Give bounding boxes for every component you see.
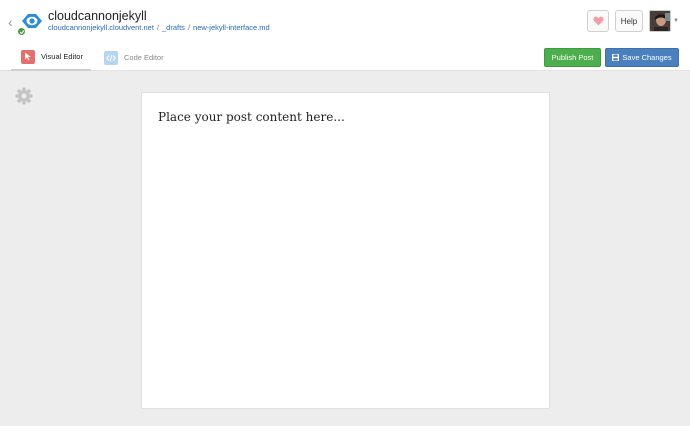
breadcrumb-separator: / xyxy=(187,23,191,32)
gear-icon[interactable] xyxy=(15,87,33,105)
tab-code-editor[interactable]: Code Editor xyxy=(104,44,174,71)
save-changes-label: Save Changes xyxy=(622,53,672,62)
breadcrumb: cloudcannonjekyll.cloudvent.net / _drafts /… xyxy=(48,23,270,32)
tab-visual-editor[interactable]: Visual Editor xyxy=(11,44,91,71)
top-bar: ‹ cloudcannonjekyll cloudcannonjekyll.cl… xyxy=(0,0,690,44)
bottom-edge xyxy=(0,426,690,431)
avatar[interactable] xyxy=(649,10,671,32)
breadcrumb-separator: / xyxy=(156,23,159,32)
post-content-placeholder[interactable]: Place your post content here... xyxy=(158,110,345,124)
cursor-icon xyxy=(21,49,35,64)
visual-editor-canvas[interactable]: Place your post content here... xyxy=(141,92,550,409)
help-button[interactable]: Help xyxy=(615,10,643,32)
breadcrumb-folder[interactable]: _drafts xyxy=(162,23,185,32)
code-icon xyxy=(104,50,118,65)
status-check-icon xyxy=(17,27,26,36)
caret-down-icon[interactable]: ▼ xyxy=(673,18,679,24)
site-name: cloudcannonjekyll xyxy=(48,9,147,23)
chevron-left-icon[interactable]: ‹ xyxy=(8,14,18,30)
save-disk-icon xyxy=(612,54,620,61)
tab-label: Visual Editor xyxy=(41,52,83,61)
breadcrumb-file[interactable]: new-jekyll-interface.md xyxy=(193,23,270,32)
heart-icon xyxy=(592,16,604,26)
publish-post-button[interactable]: Publish Post xyxy=(544,48,601,67)
save-changes-button[interactable]: Save Changes xyxy=(605,48,679,67)
favorite-button[interactable] xyxy=(587,10,609,32)
breadcrumb-domain[interactable]: cloudcannonjekyll.cloudvent.net xyxy=(48,23,154,32)
tab-label: Code Editor xyxy=(124,53,164,62)
